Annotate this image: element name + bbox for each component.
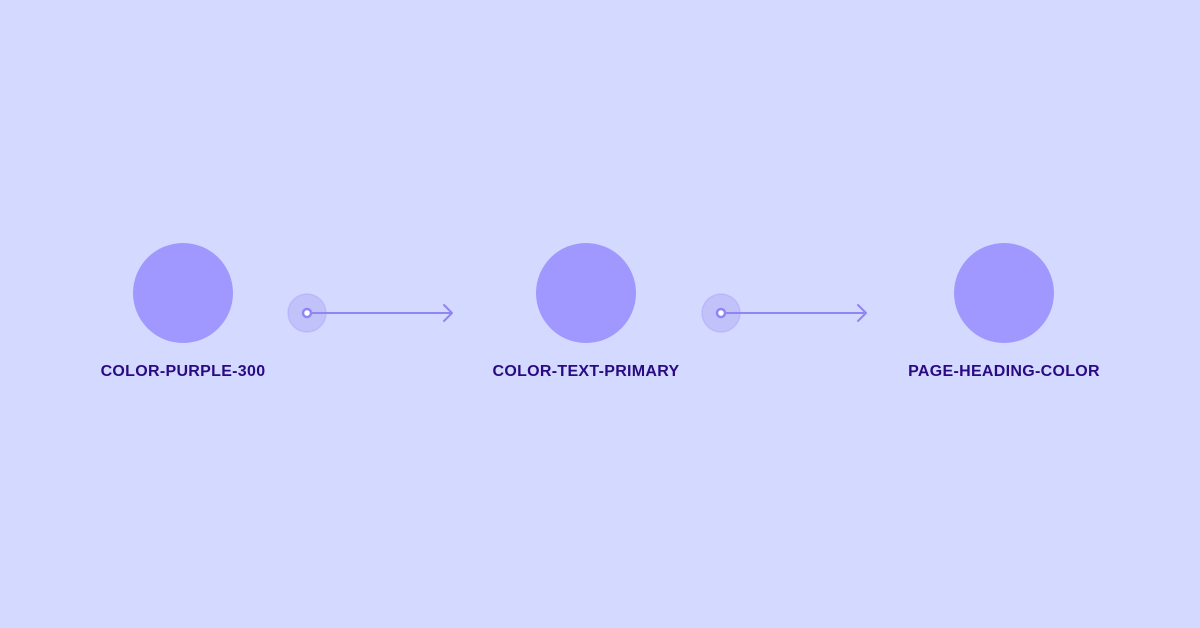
token-label: PAGE-HEADING-COLOR: [908, 363, 1100, 380]
alias-connector-arrow: [701, 293, 867, 333]
token-label: COLOR-PURPLE-300: [100, 363, 266, 380]
color-swatch: [133, 243, 233, 343]
connector-start-dot: [715, 307, 727, 319]
token-node-color-text-primary: COLOR-TEXT-PRIMARY: [436, 243, 736, 393]
token-node-page-heading-color: PAGE-HEADING-COLOR: [854, 243, 1154, 393]
alias-connector-arrow: [287, 293, 453, 333]
token-label: COLOR-TEXT-PRIMARY: [492, 363, 680, 380]
color-swatch: [954, 243, 1054, 343]
connector-start-dot: [301, 307, 313, 319]
token-alias-diagram: COLOR-PURPLE-300 COLOR-TEXT-PRIMARY PAGE…: [0, 0, 1200, 628]
color-swatch: [536, 243, 636, 343]
